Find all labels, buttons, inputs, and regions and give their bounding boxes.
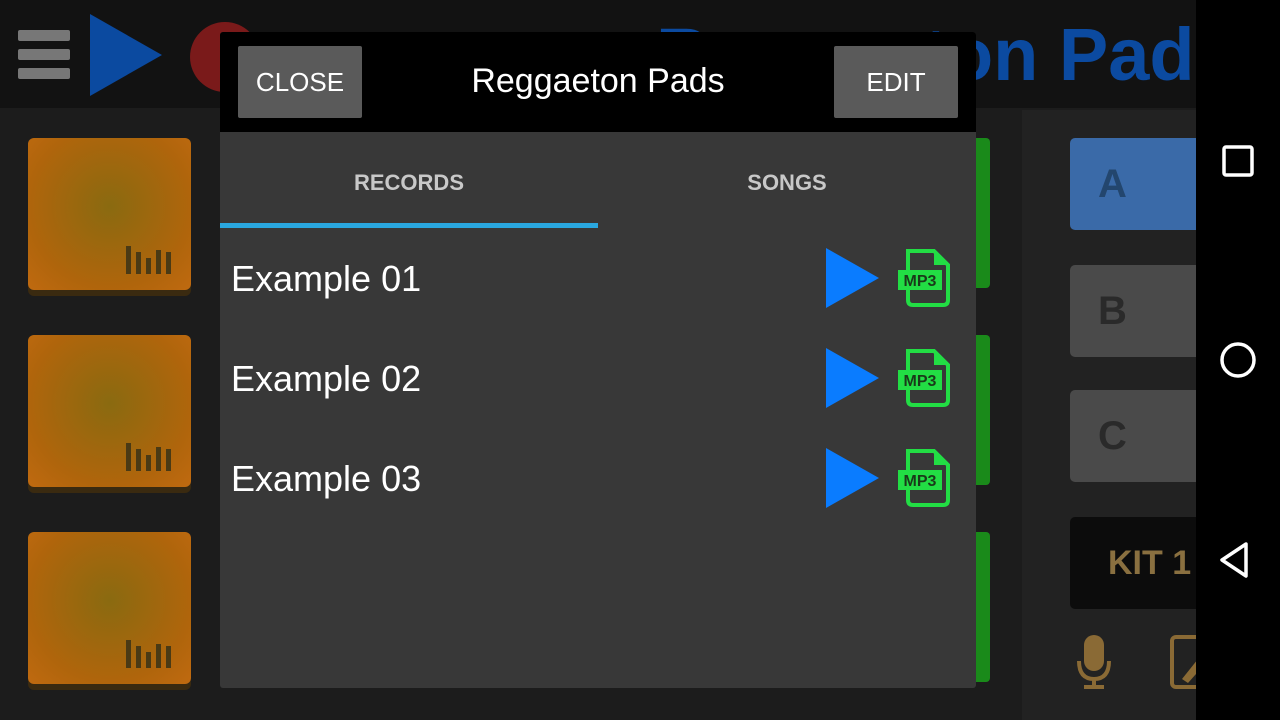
tab-bar: RECORDS SONGS [220, 132, 976, 228]
play-icon[interactable] [90, 14, 162, 96]
microphone-icon[interactable] [1076, 635, 1112, 691]
home-icon[interactable] [1216, 341, 1260, 379]
tab-songs[interactable]: SONGS [598, 132, 976, 228]
record-row[interactable]: Example 02 MP3 [220, 328, 976, 428]
play-icon[interactable] [826, 448, 879, 508]
android-nav-bar [1196, 0, 1280, 720]
drum-pad[interactable] [28, 532, 191, 684]
record-row[interactable]: Example 01 MP3 [220, 228, 976, 328]
mp3-export-icon[interactable]: MP3 [896, 448, 952, 508]
record-row[interactable]: Example 03 MP3 [220, 428, 976, 528]
record-name: Example 03 [231, 458, 422, 499]
records-dialog: CLOSE Reggaeton Pads EDIT RECORDS SONGS … [220, 32, 976, 688]
back-icon[interactable] [1216, 541, 1260, 579]
mp3-export-icon[interactable]: MP3 [896, 248, 952, 308]
record-name: Example 02 [231, 358, 422, 399]
bank-b-button[interactable]: B [1070, 265, 1196, 357]
drum-pad[interactable] [28, 138, 191, 290]
equalizer-icon [126, 443, 171, 471]
play-icon[interactable] [826, 248, 879, 308]
play-icon[interactable] [826, 348, 879, 408]
edit-button[interactable]: EDIT [834, 46, 958, 118]
equalizer-icon [126, 246, 171, 274]
mp3-label: MP3 [904, 273, 937, 290]
bank-a-button[interactable]: A [1070, 138, 1196, 230]
mp3-label: MP3 [904, 473, 937, 490]
menu-icon[interactable] [18, 30, 70, 87]
drum-pad[interactable] [28, 335, 191, 487]
record-name: Example 01 [231, 258, 422, 299]
mp3-label: MP3 [904, 373, 937, 390]
mp3-export-icon[interactable]: MP3 [896, 348, 952, 408]
equalizer-icon [126, 640, 171, 668]
dialog-header: CLOSE Reggaeton Pads EDIT [220, 32, 976, 132]
edit-icon[interactable] [1170, 635, 1196, 691]
tab-records[interactable]: RECORDS [220, 132, 598, 228]
kit-button[interactable]: KIT 1 [1070, 517, 1196, 609]
bank-c-button[interactable]: C [1070, 390, 1196, 482]
recents-icon[interactable] [1216, 144, 1260, 178]
